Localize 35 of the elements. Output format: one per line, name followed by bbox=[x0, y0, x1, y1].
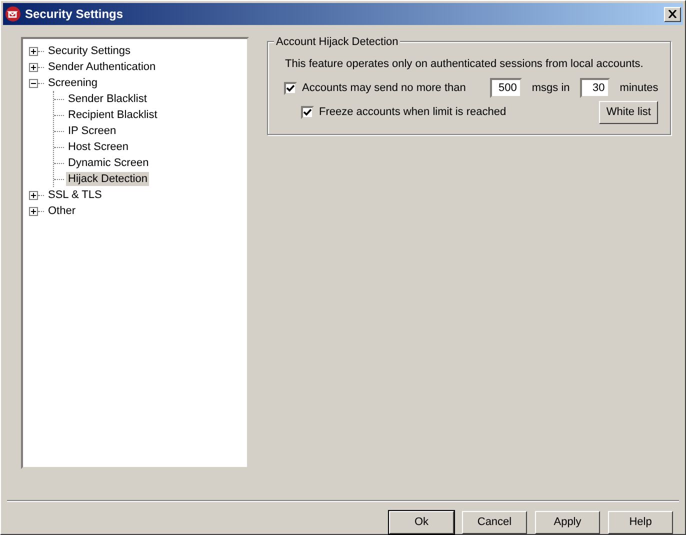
minutes-field[interactable]: 30 bbox=[580, 78, 610, 98]
expand-icon[interactable] bbox=[29, 46, 38, 56]
tree-item[interactable]: IP Screen bbox=[66, 124, 118, 138]
note-text: This feature operates only on authenticated sessions from local accounts. bbox=[285, 57, 644, 72]
tree-item[interactable]: Host Screen bbox=[66, 140, 131, 154]
app-icon bbox=[5, 6, 21, 22]
tree-item[interactable]: Other bbox=[46, 204, 78, 218]
unit-label: minutes bbox=[620, 80, 658, 96]
count-field[interactable]: 500 bbox=[490, 78, 522, 98]
dialog-button[interactable]: Apply bbox=[535, 511, 600, 534]
dialog-button[interactable]: Help bbox=[608, 511, 673, 534]
collapse-icon[interactable] bbox=[29, 78, 38, 88]
tree-item[interactable]: Sender Authentication bbox=[46, 60, 158, 74]
close-icon bbox=[668, 10, 677, 18]
close-button[interactable] bbox=[664, 6, 681, 22]
tree-item[interactable]: Sender Blacklist bbox=[66, 92, 149, 106]
tree-item[interactable]: SSL & TLS bbox=[46, 188, 104, 202]
tree-item[interactable]: Security Settings bbox=[46, 44, 133, 58]
tree-item[interactable]: Hijack Detection bbox=[66, 172, 150, 186]
unit-label: msgs in bbox=[532, 80, 570, 96]
expand-icon[interactable] bbox=[29, 62, 38, 72]
checkbox[interactable] bbox=[301, 106, 314, 118]
checkbox-label: Accounts may send no more than bbox=[302, 80, 466, 96]
expand-icon[interactable] bbox=[29, 190, 38, 200]
checkbox[interactable] bbox=[284, 82, 297, 94]
checkbox-label: Freeze accounts when limit is reached bbox=[319, 104, 506, 120]
dialog-button[interactable]: Cancel bbox=[462, 511, 527, 534]
group-title: Account Hijack Detection bbox=[274, 34, 400, 50]
tree-item[interactable]: Recipient Blacklist bbox=[66, 108, 160, 122]
tree-item[interactable]: Screening bbox=[46, 76, 100, 90]
allow-list-button[interactable]: White list bbox=[599, 100, 658, 124]
tree-item[interactable]: Dynamic Screen bbox=[66, 156, 151, 170]
expand-icon[interactable] bbox=[29, 206, 38, 216]
window-title: Security Settings bbox=[25, 6, 124, 23]
dialog-button[interactable]: Ok bbox=[389, 511, 454, 534]
